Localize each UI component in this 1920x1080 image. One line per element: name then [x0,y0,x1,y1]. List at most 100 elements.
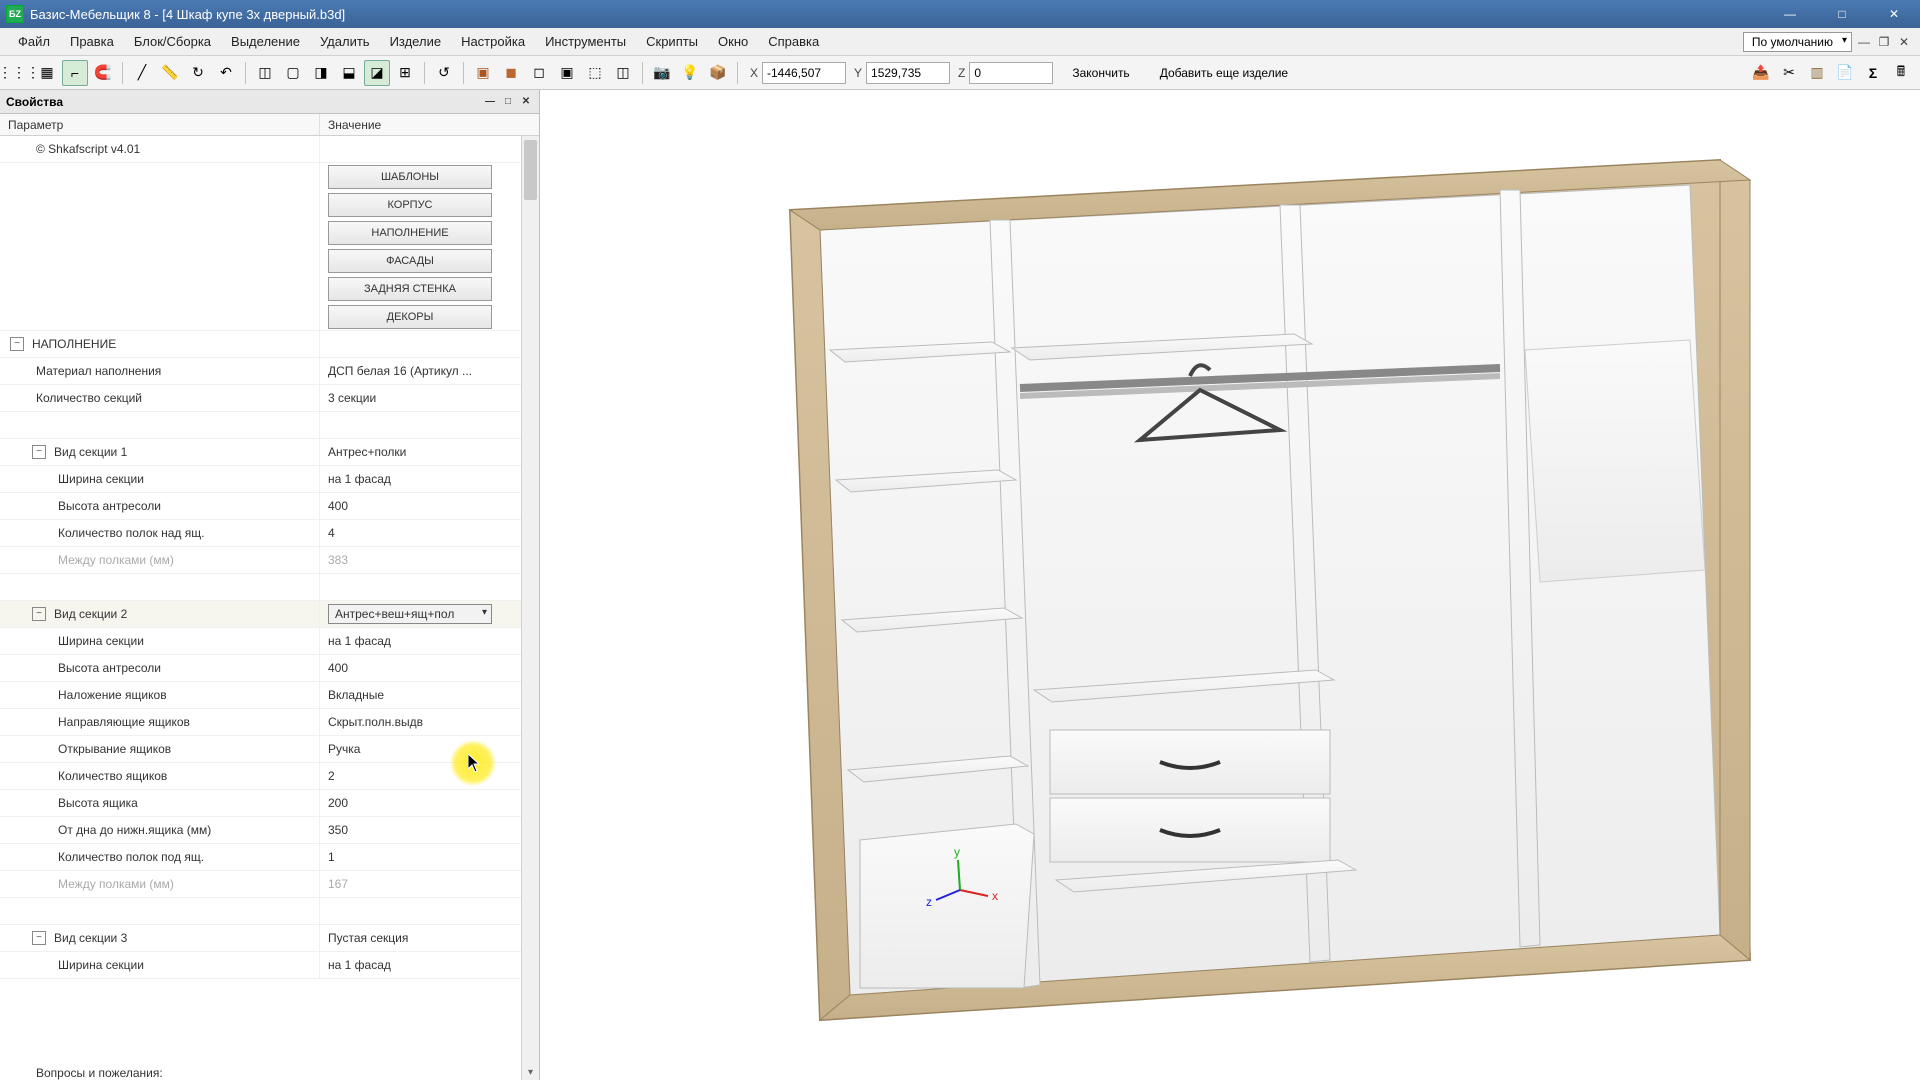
cut-icon[interactable]: ✂ [1776,60,1802,86]
property-row[interactable]: Между полками (мм)383 [0,547,539,574]
mdi-close-button[interactable]: ✕ [1896,34,1912,50]
minimize-button[interactable]: — [1770,3,1810,25]
property-row[interactable]: От дна до нижн.ящика (мм)350 [0,817,539,844]
property-row[interactable] [0,898,539,925]
property-row[interactable]: −Вид секции 3Пустая секция [0,925,539,952]
property-value[interactable]: 167 [320,877,519,891]
panel-minimize-icon[interactable]: — [483,95,497,109]
mdi-restore-button[interactable]: ❐ [1876,34,1892,50]
property-value[interactable]: 400 [320,499,519,513]
property-row[interactable]: Ширина секциина 1 фасад [0,628,539,655]
viewport-3d[interactable]: x y z [540,90,1920,1080]
menu-Настройка[interactable]: Настройка [451,30,535,53]
property-row[interactable]: Ширина секциина 1 фасад [0,466,539,493]
property-value[interactable]: 200 [320,796,519,810]
property-row[interactable]: Количество полок над ящ.4 [0,520,539,547]
snap-icon[interactable]: ⌐ [62,60,88,86]
menu-Справка[interactable]: Справка [758,30,829,53]
render-split-icon[interactable]: ◫ [610,60,636,86]
coord-x-input[interactable] [762,62,846,84]
view-multi-icon[interactable]: ⊞ [392,60,418,86]
maximize-button[interactable]: □ [1822,3,1862,25]
camera-icon[interactable]: 📷 [649,60,675,86]
property-value[interactable]: 1 [320,850,519,864]
panel-button-ФАСАДЫ[interactable]: ФАСАДЫ [328,249,492,273]
view-persp-icon[interactable]: ◪ [364,60,390,86]
magnet-icon[interactable]: 🧲 [90,60,116,86]
scroll-thumb[interactable] [524,140,537,200]
menu-Правка[interactable]: Правка [60,30,124,53]
refresh-icon[interactable]: ↻ [185,60,211,86]
undo-icon[interactable]: ↺ [431,60,457,86]
light-icon[interactable]: 💡 [677,60,703,86]
panel-button-НАПОЛНЕНИЕ[interactable]: НАПОЛНЕНИЕ [328,221,492,245]
properties-scrollbar[interactable]: ▴ ▾ [521,136,539,1080]
menu-Инструменты[interactable]: Инструменты [535,30,636,53]
property-row[interactable] [0,574,539,601]
close-button[interactable]: ✕ [1874,3,1914,25]
property-row[interactable]: Высота антресоли400 [0,655,539,682]
render-hidden-icon[interactable]: ▣ [554,60,580,86]
panel-button-ШАБЛОНЫ[interactable]: ШАБЛОНЫ [328,165,492,189]
property-value[interactable]: на 1 фасад [320,634,519,648]
scroll-down-icon[interactable]: ▾ [522,1064,539,1080]
menu-Скрипты[interactable]: Скрипты [636,30,708,53]
property-row[interactable]: Количество полок под ящ.1 [0,844,539,871]
tree-expander-icon[interactable]: − [10,337,24,351]
material-icon[interactable]: ▥ [1804,60,1830,86]
property-value[interactable]: 383 [320,553,519,567]
menu-Выделение[interactable]: Выделение [221,30,310,53]
panel-button-ДЕКОРЫ[interactable]: ДЕКОРЫ [328,305,492,329]
rotate-left-icon[interactable]: ↶ [213,60,239,86]
menu-Удалить[interactable]: Удалить [310,30,380,53]
export-icon[interactable]: 📤 [1748,60,1774,86]
property-combo[interactable]: Антрес+веш+ящ+пол [328,604,492,624]
coord-y-input[interactable] [866,62,950,84]
property-value[interactable]: 400 [320,661,519,675]
coord-z-input[interactable] [969,62,1053,84]
view-iso-icon[interactable]: ◫ [252,60,278,86]
property-row[interactable]: Открывание ящиковРучка [0,736,539,763]
view-front-icon[interactable]: ▢ [280,60,306,86]
tree-expander-icon[interactable]: − [32,931,46,945]
package-icon[interactable]: 📦 [705,60,731,86]
panel-button-КОРПУС[interactable]: КОРПУС [328,193,492,217]
property-row[interactable]: Между полками (мм)167 [0,871,539,898]
sum-icon[interactable]: Σ [1860,60,1886,86]
property-value[interactable]: 3 секции [320,391,519,405]
property-value[interactable]: на 1 фасад [320,472,519,486]
calc-icon[interactable]: 🖩 [1888,60,1914,86]
property-row[interactable]: Количество секций3 секции [0,385,539,412]
property-value[interactable]: 2 [320,769,519,783]
render-wire-icon[interactable]: ◻ [526,60,552,86]
property-value[interactable]: Ручка [320,742,519,756]
property-value[interactable]: Антрес+веш+ящ+пол [320,604,519,624]
menu-Окно[interactable]: Окно [708,30,758,53]
property-row[interactable]: Наложение ящиковВкладные [0,682,539,709]
finish-button[interactable]: Закончить [1061,61,1140,85]
tree-expander-icon[interactable]: − [32,445,46,459]
render-transparent-icon[interactable]: ⬚ [582,60,608,86]
grid-squares-icon[interactable]: ▦ [34,60,60,86]
render-wood-icon[interactable]: ▣ [470,60,496,86]
panel-restore-icon[interactable]: □ [501,95,515,109]
menu-Файл[interactable]: Файл [8,30,60,53]
grid-dots-icon[interactable]: ⋮⋮⋮ [6,60,32,86]
property-value[interactable]: ДСП белая 16 (Артикул ... [320,364,519,378]
add-product-button[interactable]: Добавить еще изделие [1149,61,1299,85]
property-row[interactable]: Направляющие ящиковСкрыт.полн.выдв [0,709,539,736]
menu-Блок/Сборка[interactable]: Блок/Сборка [124,30,221,53]
property-value[interactable]: Пустая секция [320,931,519,945]
property-value[interactable]: Скрыт.полн.выдв [320,715,519,729]
property-value[interactable]: Антрес+полки [320,445,519,459]
property-value[interactable]: Вкладные [320,688,519,702]
view-top-icon[interactable]: ⬓ [336,60,362,86]
property-value[interactable]: 4 [320,526,519,540]
view-side-icon[interactable]: ◨ [308,60,334,86]
property-value[interactable]: ШАБЛОНЫ КОРПУС НАПОЛНЕНИЕ ФАСАДЫ ЗАДНЯЯ СТЕН… [320,159,519,335]
panel-button-ЗАДНЯЯ СТЕНКА[interactable]: ЗАДНЯЯ СТЕНКА [328,277,492,301]
tree-expander-icon[interactable]: − [32,607,46,621]
measure-icon[interactable]: 📏 [157,60,183,86]
property-row[interactable]: −НАПОЛНЕНИЕ [0,331,539,358]
property-row[interactable]: −Вид секции 1Антрес+полки [0,439,539,466]
